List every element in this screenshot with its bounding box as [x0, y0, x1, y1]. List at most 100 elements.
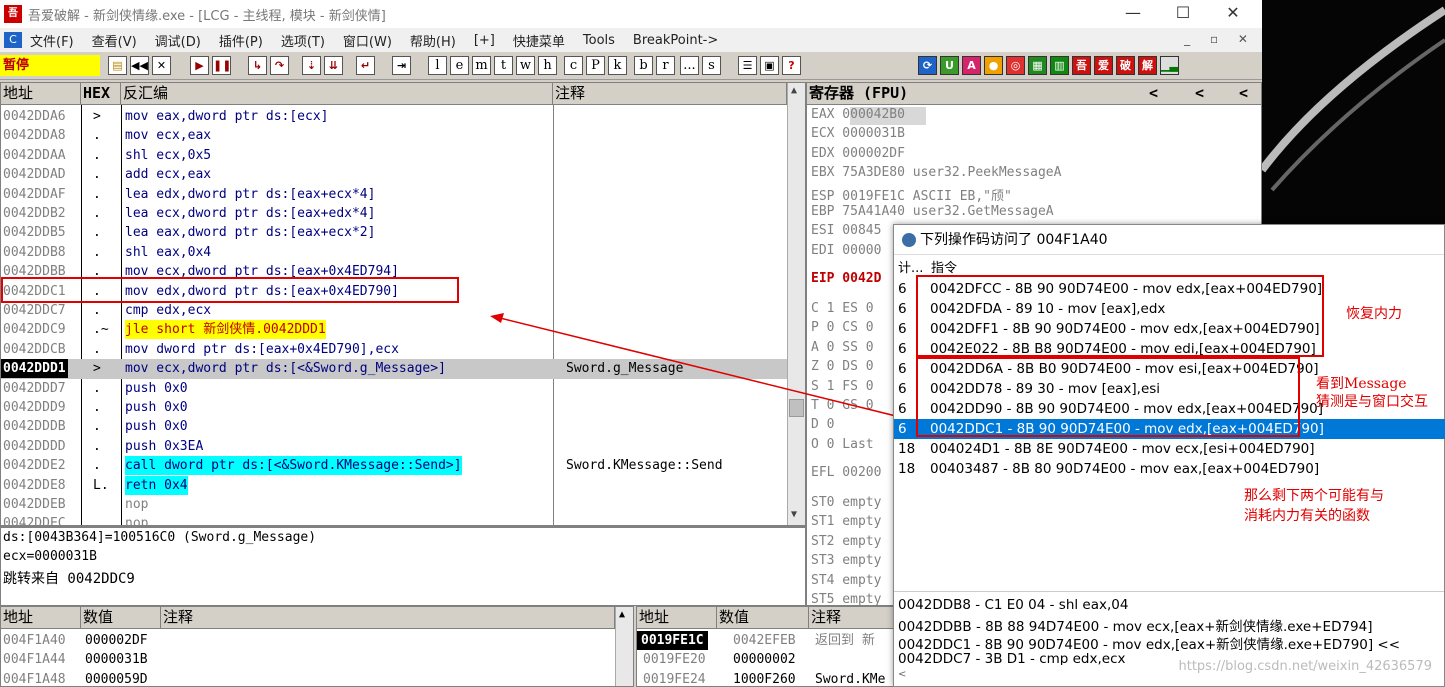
plugin-refresh-icon[interactable]: ⟳ — [918, 56, 937, 75]
table-row[interactable]: 0042DDC7. cmp edx,ecx — [1, 301, 805, 320]
list-item[interactable]: 18 004024D1 - 8B 8E 90D74E00 - mov ecx,[e… — [894, 439, 1445, 459]
list-item[interactable]: 18 00403487 - 8B 80 90D74E00 - mov eax,[e… — [894, 459, 1445, 479]
call-stack-button[interactable]: k — [608, 56, 627, 75]
maximize-button[interactable]: ☐ — [1158, 0, 1208, 28]
plugin-po-icon[interactable]: 破 — [1116, 56, 1135, 75]
menu-tools[interactable]: Tools — [583, 33, 615, 48]
plugin-circle-icon[interactable]: ● — [984, 56, 1003, 75]
table-row[interactable]: 0042DDC9 .~ jle short 新剑侠情.0042DDD1 — [1, 320, 805, 340]
table-row[interactable]: 0042DDEC nop — [1, 514, 805, 525]
registers-nav-prev-3[interactable]: < — [1239, 83, 1248, 104]
register-edx[interactable]: EDX 000002DF — [811, 146, 905, 161]
fpu-st0[interactable]: ST0 empty — [811, 495, 881, 510]
table-row[interactable]: 0042DDD7. push 0x0 — [1, 379, 805, 398]
close-button[interactable]: ✕ — [1208, 0, 1258, 28]
table-row[interactable]: 0042DDE2. call dword ptr ds:[<&Sword.KMes… — [1, 456, 805, 476]
fpu-st4[interactable]: ST4 empty — [811, 573, 881, 588]
mdi-controls[interactable]: _ ▫ ✕ — [1184, 32, 1256, 46]
modules-button[interactable]: e — [450, 56, 469, 75]
handles-button[interactable]: h — [538, 56, 557, 75]
minimize-button[interactable]: — — [1108, 0, 1158, 28]
threads-button[interactable]: t — [494, 56, 513, 75]
plugin-table-icon[interactable]: ▥ — [1050, 56, 1069, 75]
menu-file[interactable]: 文件(F) — [30, 31, 74, 50]
table-row[interactable]: 0042DDA6 > mov eax,dword ptr ds:[ecx] — [1, 107, 805, 126]
windows-button[interactable]: w — [516, 56, 535, 75]
register-ebp[interactable]: EBP 75A41A40 user32.GetMessageA — [811, 204, 1054, 219]
table-row[interactable]: 0042DDEB nop — [1, 495, 805, 514]
flag-p[interactable]: P 0 CS 0 — [811, 320, 874, 335]
fpu-st3[interactable]: ST3 empty — [811, 553, 881, 568]
flag-d[interactable]: D 0 — [811, 417, 834, 432]
plugin-jie-icon[interactable]: 解 — [1138, 56, 1157, 75]
memory-button[interactable]: m — [472, 56, 491, 75]
trace-into-icon[interactable]: ⇣ — [302, 56, 321, 75]
plugin-ai-icon[interactable]: 爱 — [1094, 56, 1113, 75]
table-row[interactable]: 004F1A48 0000059D — [1, 670, 633, 686]
goto-icon[interactable]: ⇥ — [392, 56, 411, 75]
table-row[interactable]: 0042DDAD. add ecx,eax — [1, 165, 805, 184]
cpu-button[interactable]: c — [564, 56, 583, 75]
col-instruction[interactable]: 指令 — [931, 257, 957, 276]
plugin-u-icon[interactable]: U — [940, 56, 959, 75]
disassembly-pane[interactable]: 地址 HEX 反汇编 注释 0042DDA6 > mov eax,dword ptr… — [0, 82, 806, 526]
scroll-thumb[interactable] — [789, 399, 804, 417]
col-header-comment[interactable]: 注释 — [553, 83, 787, 105]
rewind-icon[interactable]: ◀◀ — [130, 56, 149, 75]
fpu-st1[interactable]: ST1 empty — [811, 514, 881, 529]
flag-o[interactable]: O 0 Last — [811, 437, 874, 452]
stack-col-address[interactable]: 地址 — [637, 607, 717, 629]
menu-quick[interactable]: 快捷菜单 — [513, 31, 565, 50]
flag-t[interactable]: T 0 GS 0 — [811, 398, 874, 413]
menu-window[interactable]: 窗口(W) — [343, 31, 392, 50]
table-row[interactable]: 0042DDB8. shl eax,0x4 — [1, 243, 805, 262]
table-row[interactable]: 0042DDB5. lea eax,dword ptr ds:[eax+ecx*2… — [1, 223, 805, 242]
registers-nav-prev-1[interactable]: < — [1149, 83, 1158, 104]
table-row[interactable]: 0019FE24 1000F260 Sword.KMe — [637, 670, 895, 686]
patches-button[interactable]: P — [586, 56, 605, 75]
references-button[interactable]: r — [656, 56, 675, 75]
dump-col-address[interactable]: 地址 — [1, 607, 81, 629]
window-icon[interactable]: ▣ — [760, 56, 779, 75]
scroll-left-icon[interactable]: < — [898, 669, 906, 680]
menu-plugins[interactable]: 插件(P) — [219, 31, 263, 50]
fpu-st5[interactable]: ST5 empty — [811, 592, 881, 605]
step-into-icon[interactable]: ↳ — [248, 56, 267, 75]
stack-col-value[interactable]: 数值 — [717, 607, 809, 629]
table-row[interactable]: 0042DDCB. mov dword ptr ds:[eax+0x4ED790]… — [1, 340, 805, 359]
table-row[interactable]: 0042DDDB. push 0x0 — [1, 417, 805, 436]
list-icon[interactable]: ☰ — [738, 56, 757, 75]
log-window-button[interactable]: l — [428, 56, 447, 75]
dump-col-comment[interactable]: 注释 — [161, 607, 615, 629]
breakpoints-button[interactable]: b — [634, 56, 653, 75]
help-button[interactable]: ? — [782, 56, 801, 75]
flag-c[interactable]: C 1 ES 0 — [811, 301, 874, 316]
menu-options[interactable]: 选项(T) — [281, 31, 325, 50]
run-icon[interactable]: ▶ — [190, 56, 209, 75]
scroll-up-icon[interactable]: ▲ — [791, 85, 797, 96]
col-header-address[interactable]: 地址 — [1, 83, 81, 105]
dump-col-value[interactable]: 数值 — [81, 607, 161, 629]
table-row[interactable]: 0042DDB2. lea ecx,dword ptr ds:[eax+edx*4… — [1, 204, 805, 223]
table-row[interactable]: 0042DDD9. push 0x0 — [1, 398, 805, 417]
register-esp[interactable]: ESP 0019FE1C ASCII EB,"颀" — [811, 185, 1012, 204]
register-ecx[interactable]: ECX 0000031B — [811, 126, 905, 141]
table-row[interactable]: 004F1A44 0000031B — [1, 650, 633, 669]
menu-help[interactable]: 帮助(H) — [410, 31, 456, 50]
close-process-icon[interactable]: ✕ — [152, 56, 171, 75]
flag-a[interactable]: A 0 SS 0 — [811, 340, 874, 355]
flag-z[interactable]: Z 0 DS 0 — [811, 359, 874, 374]
table-row[interactable]: 0042DDA8. mov ecx,eax — [1, 126, 805, 145]
menu-view[interactable]: 查看(V) — [92, 31, 137, 50]
dump-pane[interactable]: 地址 数值 注释 004F1A40 000002DF 004F1A44 000003… — [0, 606, 634, 687]
scroll-down-icon[interactable]: ▼ — [791, 509, 797, 520]
table-row[interactable]: 0042DDDD. push 0x3EA — [1, 437, 805, 456]
register-efl[interactable]: EFL 00200 — [811, 465, 881, 480]
disasm-scrollbar[interactable]: ▲ ▼ — [787, 83, 805, 525]
table-row[interactable]: 0042DDAF. lea edx,dword ptr ds:[eax+ecx*4… — [1, 185, 805, 204]
col-header-disassembly[interactable]: 反汇编 — [121, 83, 553, 105]
menu-plus[interactable]: [+] — [474, 33, 495, 48]
dump-scrollbar[interactable]: ▲ — [615, 607, 633, 686]
register-eip[interactable]: EIP 0042D — [811, 271, 881, 286]
menu-debug[interactable]: 调试(D) — [155, 31, 201, 50]
